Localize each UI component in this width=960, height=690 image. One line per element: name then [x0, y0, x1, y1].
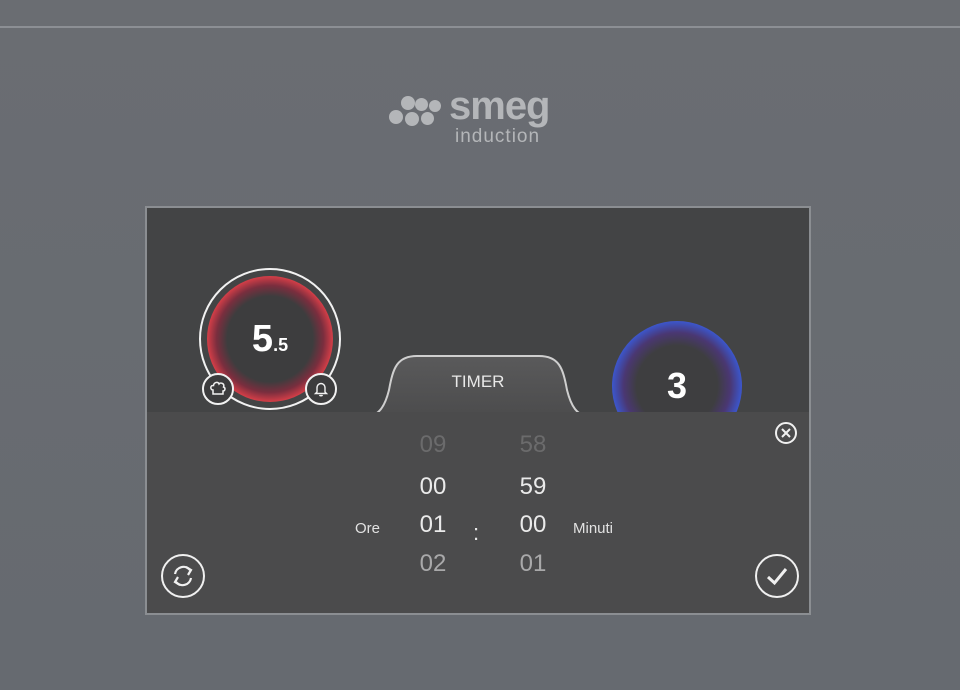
hours-label: Ore	[355, 520, 381, 537]
hours-selected: 01	[419, 511, 447, 538]
cooktop-screen: 5.5 3 TIMER Ore Minuti 09 00 01 02: 58 …	[145, 206, 811, 615]
close-icon[interactable]	[775, 422, 797, 444]
top-divider	[0, 26, 960, 28]
minutes-prev2: 58	[519, 431, 547, 458]
minutes-selected: 00	[519, 511, 547, 538]
hours-next1: 02	[419, 550, 447, 577]
brand-subtitle: induction	[455, 126, 541, 147]
time-separator: :	[473, 520, 480, 545]
tab-timer-label: TIMER	[451, 372, 505, 391]
checkmark-icon[interactable]	[755, 554, 799, 598]
hours-prev1: 00	[419, 473, 447, 500]
minutes-label: Minuti	[573, 520, 614, 537]
bell-icon[interactable]	[305, 373, 337, 405]
refresh-icon[interactable]	[161, 554, 205, 598]
timer-panel: Ore Minuti 09 00 01 02 : 58 59 00 01	[147, 412, 809, 613]
chef-hat-icon[interactable]	[202, 373, 234, 405]
tab-timer[interactable]: TIMER	[367, 354, 589, 416]
logo-dots-icon	[389, 94, 441, 126]
hours-prev2: 09	[419, 431, 447, 458]
zone-left-level: 5.5	[251, 317, 289, 360]
zone-right-level: 3	[666, 365, 688, 406]
minutes-prev1: 59	[519, 473, 547, 500]
minutes-next1: 01	[519, 550, 547, 577]
brand-name: smeg	[449, 84, 550, 128]
brand-logo: smeg induction	[389, 84, 579, 150]
